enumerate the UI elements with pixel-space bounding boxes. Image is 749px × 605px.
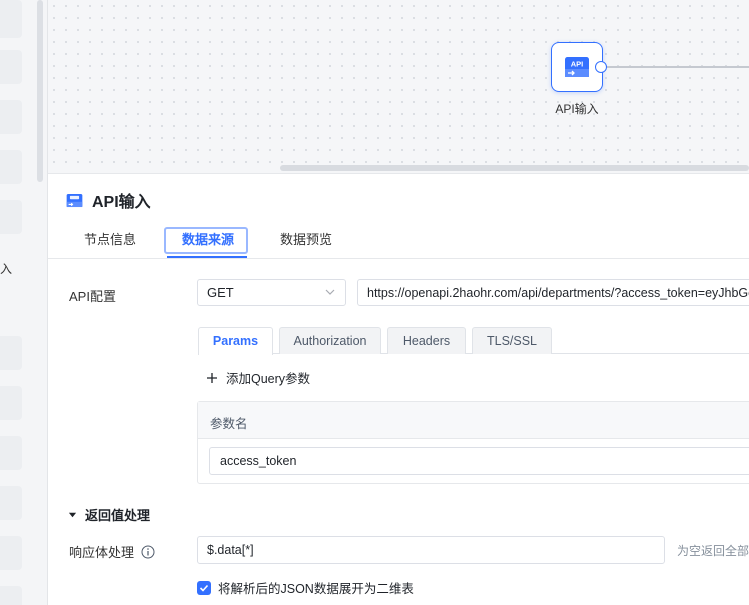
tab-data-source[interactable]: 数据来源 <box>182 230 234 256</box>
return-value-section-toggle[interactable]: 返回值处理 <box>68 505 150 524</box>
url-input[interactable]: https://openapi.2haohr.com/api/departmen… <box>357 279 749 306</box>
left-sidebar: 入 <box>0 0 48 605</box>
app-root: 入 API API输入 API输入 节点信息 数据来源 数据预览 API配置 G… <box>0 0 749 605</box>
response-processing-label: 响应体处理 <box>69 542 155 561</box>
sidebar-item[interactable] <box>0 586 22 605</box>
panel-header: API输入 <box>66 188 151 212</box>
request-subtabs: Params Authorization Headers TLS/SSL <box>198 327 749 355</box>
sidebar-item[interactable] <box>0 486 22 520</box>
method-select[interactable]: GET <box>197 279 346 306</box>
add-query-param-button[interactable]: 添加Query参数 <box>206 368 310 387</box>
sidebar-item[interactable] <box>0 0 22 38</box>
flow-canvas[interactable]: API API输入 <box>48 0 749 173</box>
node-connector-line <box>607 66 749 68</box>
sidebar-item[interactable] <box>0 100 22 134</box>
subtab-headers[interactable]: Headers <box>387 327 466 354</box>
sidebar-item[interactable] <box>0 336 22 370</box>
panel-tabs: 节点信息 数据来源 数据预览 <box>48 222 749 259</box>
add-query-label: 添加Query参数 <box>226 372 311 386</box>
api-node-icon: API <box>565 57 589 77</box>
sidebar-item[interactable] <box>0 50 22 84</box>
param-name-input[interactable]: access_token <box>209 447 749 475</box>
tab-data-preview[interactable]: 数据预览 <box>280 230 332 256</box>
tab-node-info[interactable]: 节点信息 <box>84 230 136 256</box>
chevron-down-icon <box>325 289 335 295</box>
config-panel: API输入 节点信息 数据来源 数据预览 API配置 GET https://o… <box>48 173 749 605</box>
response-hint: 为空返回全部 <box>677 544 749 558</box>
params-column-header: 参数名 <box>198 402 749 439</box>
flatten-label: 将解析后的JSON数据展开为二维表 <box>218 582 414 596</box>
response-label-text: 响应体处理 <box>69 545 135 560</box>
params-table: 参数名 access_token <box>197 401 749 484</box>
canvas-scrollbar[interactable] <box>280 165 749 171</box>
plus-icon <box>207 372 217 383</box>
method-value: GET <box>207 285 234 300</box>
check-icon <box>199 584 209 592</box>
checkbox-checked[interactable] <box>197 580 211 595</box>
api-icon <box>66 193 83 207</box>
api-node-icon-text: API <box>571 60 584 69</box>
subtab-params[interactable]: Params <box>198 327 273 355</box>
sidebar-item[interactable] <box>0 200 22 234</box>
flatten-json-checkbox[interactable]: 将解析后的JSON数据展开为二维表 <box>197 578 414 597</box>
subtab-tls-ssl[interactable]: TLS/SSL <box>472 327 552 354</box>
node-label: API输入 <box>555 102 599 116</box>
info-icon[interactable] <box>141 545 155 559</box>
sidebar-item[interactable] <box>0 386 22 420</box>
response-path-input[interactable]: $.data[*] <box>197 536 665 564</box>
subtab-authorization[interactable]: Authorization <box>279 327 381 354</box>
sidebar-item[interactable] <box>0 150 22 184</box>
api-config-label: API配置 <box>69 289 116 304</box>
active-tab-indicator <box>167 256 247 258</box>
panel-title: API输入 <box>92 194 151 211</box>
sidebar-scrollbar[interactable] <box>37 0 43 182</box>
caret-down-icon <box>68 512 77 518</box>
section-title: 返回值处理 <box>85 508 151 523</box>
sidebar-item-label: 入 <box>0 262 13 276</box>
sidebar-item[interactable] <box>0 436 22 470</box>
node-output-port[interactable] <box>595 61 607 73</box>
sidebar-item[interactable] <box>0 536 22 570</box>
